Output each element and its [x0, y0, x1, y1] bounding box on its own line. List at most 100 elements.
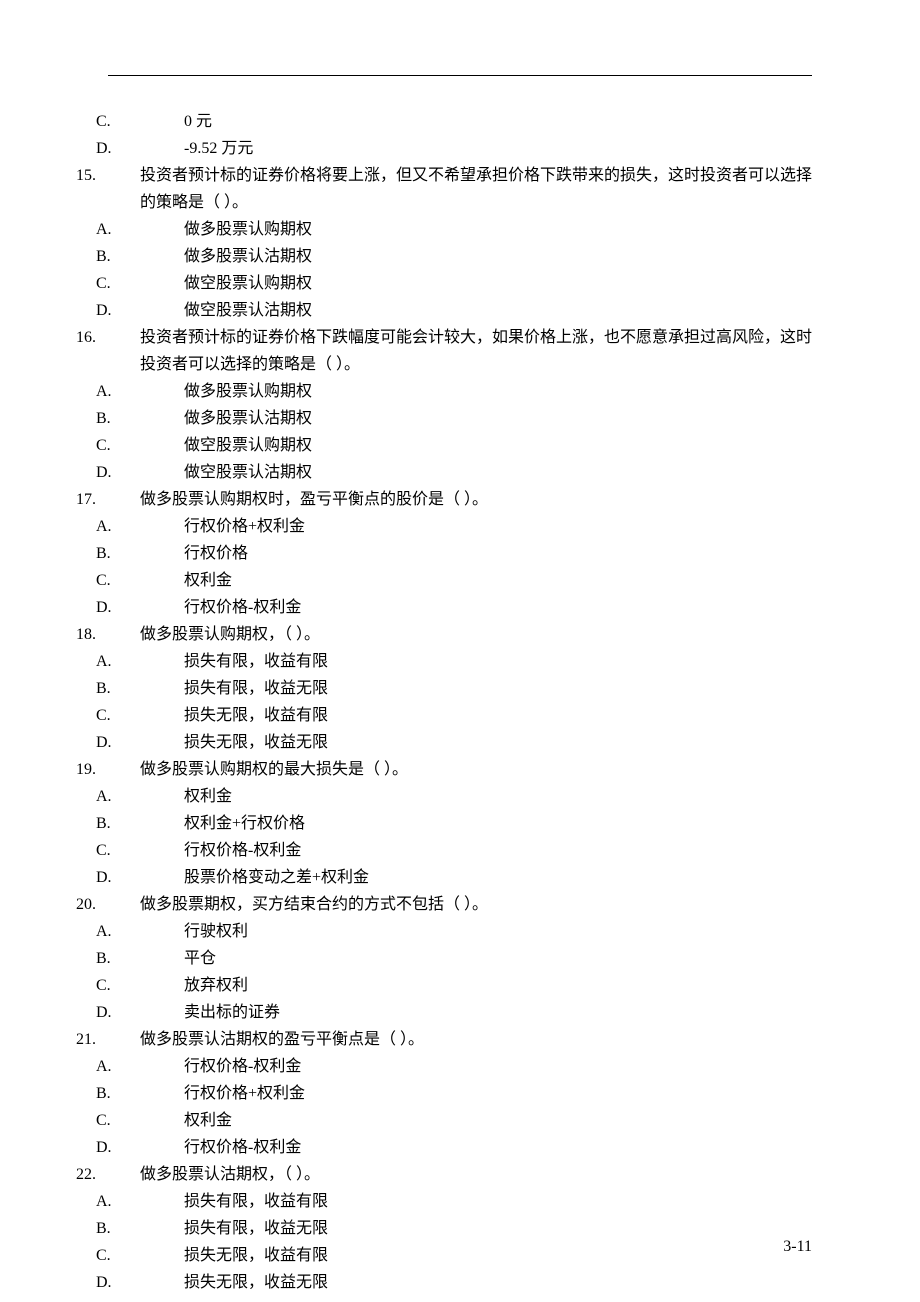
option-row: C.权利金 — [108, 567, 812, 594]
question-stem: 17.做多股票认购期权时，盈亏平衡点的股价是（ ）。 — [108, 486, 812, 513]
option-marker: D. — [140, 459, 160, 486]
option-text: 做空股票认购期权 — [184, 275, 312, 292]
option-text: 损失有限，收益有限 — [184, 653, 328, 670]
option-row: B.损失有限，收益无限 — [108, 1215, 812, 1242]
question-number: 22. — [108, 1161, 140, 1188]
option-text: 损失无限，收益有限 — [184, 1247, 328, 1264]
option-text: 损失有限，收益无限 — [184, 680, 328, 697]
option-marker: B. — [140, 540, 160, 567]
option-marker: A. — [140, 918, 160, 945]
option-row: A.权利金 — [108, 783, 812, 810]
option-marker: B. — [140, 1215, 160, 1242]
option-marker: C. — [140, 108, 160, 135]
option-row: D. 做空股票认沽期权 — [108, 297, 812, 324]
question-number: 20. — [108, 891, 140, 918]
option-row: C.权利金 — [108, 1107, 812, 1134]
option-row: D. 损失无限，收益无限 — [108, 729, 812, 756]
option-text: 做多股票认沽期权 — [184, 410, 312, 427]
option-marker: D. — [140, 1134, 160, 1161]
option-marker: C. — [140, 432, 160, 459]
option-marker: C. — [140, 1242, 160, 1269]
option-text: 权利金 — [184, 1112, 232, 1129]
option-text: 行权价格+权利金 — [184, 1085, 305, 1102]
option-marker: B. — [140, 243, 160, 270]
option-text: 做多股票认沽期权 — [184, 248, 312, 265]
option-text: 行权价格-权利金 — [184, 599, 301, 616]
option-text: 做多股票认购期权 — [184, 383, 312, 400]
question-number: 17. — [108, 486, 140, 513]
option-marker: B. — [140, 675, 160, 702]
option-row: B. 权利金+行权价格 — [108, 810, 812, 837]
option-row: A. 做多股票认购期权 — [108, 378, 812, 405]
option-text: 行权价格+权利金 — [184, 518, 305, 535]
question-text: 做多股票认沽期权的盈亏平衡点是（ ）。 — [140, 1031, 424, 1048]
question-stem: 18.做多股票认购期权，（ ）。 — [108, 621, 812, 648]
option-row: D. 做空股票认沽期权 — [108, 459, 812, 486]
option-marker: D. — [140, 729, 160, 756]
option-marker: C. — [140, 567, 160, 594]
page-number: 3-11 — [783, 1238, 812, 1256]
option-marker: D. — [140, 999, 160, 1026]
question-stem: 20.做多股票期权，买方结束合约的方式不包括（ ）。 — [108, 891, 812, 918]
option-text: 0 元 — [184, 113, 212, 130]
option-marker: B. — [140, 810, 160, 837]
option-row: D. 损失无限，收益无限 — [108, 1269, 812, 1296]
option-marker: C. — [140, 972, 160, 999]
option-marker: C. — [140, 270, 160, 297]
option-text: 做空股票认沽期权 — [184, 464, 312, 481]
option-text: 行驶权利 — [184, 923, 248, 940]
option-row: C. 损失无限，收益有限 — [108, 1242, 812, 1269]
option-row: B. 行权价格+权利金 — [108, 1080, 812, 1107]
option-text: 损失无限，收益无限 — [184, 1274, 328, 1291]
question-text: 做多股票认购期权，（ ）。 — [140, 626, 320, 643]
option-row: A. 行权价格-权利金 — [108, 1053, 812, 1080]
option-text: 权利金+行权价格 — [184, 815, 305, 832]
option-row: C. 放弃权利 — [108, 972, 812, 999]
option-text: 做空股票认沽期权 — [184, 302, 312, 319]
option-row: B. 损失有限，收益无限 — [108, 675, 812, 702]
option-row: A.损失有限，收益有限 — [108, 1188, 812, 1215]
option-marker: A. — [140, 216, 160, 243]
content: C. 0 元 D.-9.52 万元 15.投资者预计标的证券价格将要上涨，但又不希… — [108, 108, 812, 1296]
option-text: 损失无限，收益有限 — [184, 707, 328, 724]
option-marker: D. — [140, 1269, 160, 1296]
question-stem: 16.投资者预计标的证券价格下跌幅度可能会计较大，如果价格上涨，也不愿意承担过高… — [108, 324, 812, 378]
option-marker: A. — [140, 378, 160, 405]
option-marker: D. — [140, 864, 160, 891]
question-number: 16. — [108, 324, 140, 351]
option-text: 放弃权利 — [184, 977, 248, 994]
option-marker: D. — [140, 297, 160, 324]
option-row: C. 做空股票认购期权 — [108, 432, 812, 459]
question-stem: 15.投资者预计标的证券价格将要上涨，但又不希望承担价格下跌带来的损失，这时投资… — [108, 162, 812, 216]
question-stem: 19.做多股票认购期权的最大损失是（ ）。 — [108, 756, 812, 783]
option-row: D. 卖出标的证券 — [108, 999, 812, 1026]
option-marker: D. — [140, 135, 160, 162]
option-text: 做空股票认购期权 — [184, 437, 312, 454]
page: C. 0 元 D.-9.52 万元 15.投资者预计标的证券价格将要上涨，但又不希… — [0, 0, 920, 1302]
question-stem: 21.做多股票认沽期权的盈亏平衡点是（ ）。 — [108, 1026, 812, 1053]
option-row: A. 损失有限，收益有限 — [108, 648, 812, 675]
option-marker: B. — [140, 1080, 160, 1107]
option-marker: D. — [140, 594, 160, 621]
option-row: C. 做空股票认购期权 — [108, 270, 812, 297]
option-row: B. 平仓 — [108, 945, 812, 972]
question-text: 做多股票认购期权时，盈亏平衡点的股价是（ ）。 — [140, 491, 488, 508]
option-row: C.行权价格-权利金 — [108, 837, 812, 864]
option-text: 行权价格-权利金 — [184, 1058, 301, 1075]
question-text: 做多股票期权，买方结束合约的方式不包括（ ）。 — [140, 896, 488, 913]
question-number: 19. — [108, 756, 140, 783]
option-row: D.股票价格变动之差+权利金 — [108, 864, 812, 891]
option-marker: A. — [140, 1053, 160, 1080]
option-row: D.-9.52 万元 — [108, 135, 812, 162]
option-text: 行权价格-权利金 — [184, 842, 301, 859]
option-text: 损失有限，收益有限 — [184, 1193, 328, 1210]
option-text: 损失无限，收益无限 — [184, 734, 328, 751]
option-marker: A. — [140, 513, 160, 540]
option-marker: A. — [140, 648, 160, 675]
question-text: 做多股票认购期权的最大损失是（ ）。 — [140, 761, 408, 778]
option-text: 卖出标的证券 — [184, 1004, 280, 1021]
option-text: 行权价格 — [184, 545, 248, 562]
option-text: 平仓 — [184, 950, 216, 967]
option-marker: B. — [140, 945, 160, 972]
option-marker: C. — [140, 702, 160, 729]
